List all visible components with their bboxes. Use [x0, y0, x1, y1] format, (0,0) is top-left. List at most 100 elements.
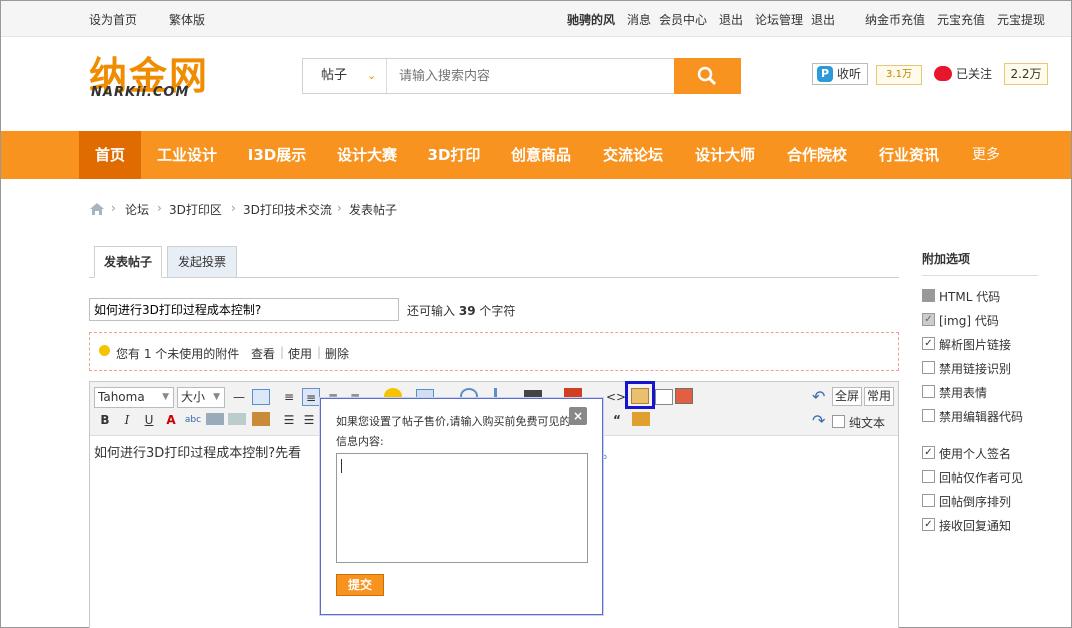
- unordered-list-icon[interactable]: ☰: [300, 411, 318, 429]
- table-icon[interactable]: [252, 389, 270, 405]
- lightbulb-icon: [99, 345, 110, 356]
- nav-item-schools[interactable]: 合作院校: [779, 131, 855, 179]
- align-center-icon[interactable]: ≡: [302, 388, 320, 406]
- link-insert-icon[interactable]: [206, 413, 224, 425]
- tab-start-vote[interactable]: 发起投票: [167, 246, 237, 278]
- close-icon[interactable]: ×: [569, 407, 587, 425]
- nav-item-more[interactable]: 更多: [963, 131, 1009, 179]
- breadcrumb-tech-exchange[interactable]: 3D打印技术交流: [243, 201, 332, 218]
- home-icon[interactable]: [89, 202, 105, 219]
- align-left-icon[interactable]: ≡: [280, 388, 298, 406]
- fullscreen-button[interactable]: 全屏: [832, 387, 862, 406]
- search-bar: 帖子 ⌄: [302, 58, 741, 94]
- search-input[interactable]: [389, 59, 673, 93]
- horizontal-rule-icon[interactable]: —: [230, 388, 248, 406]
- font-family-select[interactable]: Tahoma ▼: [94, 387, 174, 408]
- coin-recharge-link[interactable]: 纳金币充值: [865, 11, 925, 28]
- nav-item-creative[interactable]: 创意商品: [503, 131, 579, 179]
- breadcrumb-arrow-icon: ›: [337, 201, 342, 215]
- nav-item-industrial-design[interactable]: 工业设计: [149, 131, 225, 179]
- spellcheck-icon[interactable]: abc: [184, 411, 202, 429]
- ordered-list-icon[interactable]: ☰: [280, 411, 298, 429]
- checkbox[interactable]: ✓: [922, 518, 935, 531]
- option-label[interactable]: 接收回复通知: [939, 517, 1011, 534]
- follow-button[interactable]: 已关注: [934, 63, 996, 85]
- site-logo[interactable]: 纳金网 NARKii.COM: [89, 45, 239, 105]
- traditional-link[interactable]: 繁体版: [169, 11, 205, 28]
- italic-icon[interactable]: I: [118, 411, 136, 429]
- code-icon[interactable]: <>: [606, 388, 626, 406]
- editor-body-text[interactable]: 如何进行3D打印过程成本控制?先看: [94, 442, 301, 461]
- member-center-link[interactable]: 会员中心: [659, 11, 707, 28]
- forum-admin-link[interactable]: 论坛管理: [755, 11, 803, 28]
- nav-item-forum[interactable]: 交流论坛: [595, 131, 671, 179]
- clear-format-icon[interactable]: [252, 412, 270, 426]
- option-label[interactable]: 禁用编辑器代码: [939, 408, 1023, 425]
- logout-link-2[interactable]: 退出: [811, 11, 835, 28]
- breadcrumb-3d-print[interactable]: 3D打印区: [169, 201, 222, 218]
- breadcrumb-arrow-icon: ›: [157, 201, 162, 215]
- logout-link[interactable]: 退出: [719, 11, 743, 28]
- checkbox[interactable]: [922, 385, 935, 398]
- checkbox[interactable]: ✓: [922, 446, 935, 459]
- option-label[interactable]: 禁用表情: [939, 384, 987, 401]
- font-size-select[interactable]: 大小 ▼: [177, 387, 225, 408]
- checkbox[interactable]: [922, 361, 935, 374]
- nav-item-home[interactable]: 首页: [79, 131, 141, 179]
- lock-icon[interactable]: [632, 412, 650, 426]
- bold-icon[interactable]: B: [96, 411, 114, 429]
- username-link[interactable]: 驰骋的风: [567, 11, 615, 28]
- nav-item-news[interactable]: 行业资讯: [871, 131, 947, 179]
- free-content-textarea[interactable]: [336, 453, 588, 563]
- redo-icon[interactable]: ↷: [812, 413, 830, 429]
- underline-icon[interactable]: U: [140, 411, 158, 429]
- nav-item-i3d[interactable]: I3D展示: [239, 131, 315, 179]
- insert-icon[interactable]: [675, 388, 693, 404]
- set-home-link[interactable]: 设为首页: [89, 11, 137, 28]
- nav-item-contest[interactable]: 设计大赛: [329, 131, 405, 179]
- breadcrumb-arrow-icon: ›: [111, 201, 116, 215]
- attachment-view-link[interactable]: 查看: [251, 345, 275, 362]
- search-type-label: 帖子: [321, 68, 348, 83]
- quote-icon[interactable]: “: [608, 411, 626, 429]
- unlink-icon[interactable]: [228, 413, 246, 425]
- common-button[interactable]: 常用: [864, 387, 894, 406]
- font-color-icon[interactable]: A: [162, 411, 180, 429]
- option-label[interactable]: 解析图片链接: [939, 336, 1011, 353]
- search-button[interactable]: [674, 58, 741, 94]
- thread-title-input[interactable]: [89, 298, 399, 321]
- messages-link[interactable]: 消息: [627, 11, 651, 28]
- option-label[interactable]: 使用个人签名: [939, 445, 1011, 462]
- option-label[interactable]: 回帖仅作者可见: [939, 469, 1023, 486]
- checkbox[interactable]: [922, 409, 935, 422]
- nav-item-3d-print[interactable]: 3D打印: [419, 131, 489, 179]
- tab-post-thread[interactable]: 发表帖子: [94, 246, 162, 278]
- sidebar-divider: [922, 275, 1038, 276]
- follow-label: 已关注: [956, 67, 993, 81]
- option-label[interactable]: 禁用链接识别: [939, 360, 1011, 377]
- breadcrumb-arrow-icon: ›: [231, 201, 236, 215]
- checkbox[interactable]: [922, 494, 935, 507]
- extra-options-title: 附加选项: [922, 252, 971, 266]
- yuanbao-withdraw-link[interactable]: 元宝提现: [997, 11, 1045, 28]
- hint-count: 39: [458, 304, 476, 318]
- attachment-delete-link[interactable]: 删除: [325, 345, 349, 362]
- yuanbao-recharge-link[interactable]: 元宝充值: [937, 11, 985, 28]
- nav-item-masters[interactable]: 设计大师: [687, 131, 763, 179]
- listen-button[interactable]: P 收听: [812, 63, 868, 85]
- checkbox[interactable]: [922, 470, 935, 483]
- breadcrumb-forum[interactable]: 论坛: [125, 201, 149, 218]
- attachment-use-link[interactable]: 使用: [288, 345, 312, 362]
- checkbox: ✓: [922, 313, 935, 326]
- option-label[interactable]: 回帖倒序排列: [939, 493, 1011, 510]
- checkbox[interactable]: ✓: [922, 337, 935, 350]
- page-icon[interactable]: [655, 389, 673, 405]
- popup-message: 如果您设置了帖子售价,请输入购买前免费可见的信息内容:: [336, 415, 571, 448]
- weibo-icon: [934, 66, 952, 81]
- search-type-select[interactable]: 帖子 ⌄: [303, 59, 387, 93]
- free-content-icon[interactable]: [631, 388, 649, 404]
- submit-button[interactable]: 提交: [336, 574, 384, 596]
- plain-text-checkbox[interactable]: [832, 415, 845, 428]
- dropdown-arrow-icon: ▼: [213, 392, 220, 402]
- undo-icon[interactable]: ↶: [812, 389, 830, 405]
